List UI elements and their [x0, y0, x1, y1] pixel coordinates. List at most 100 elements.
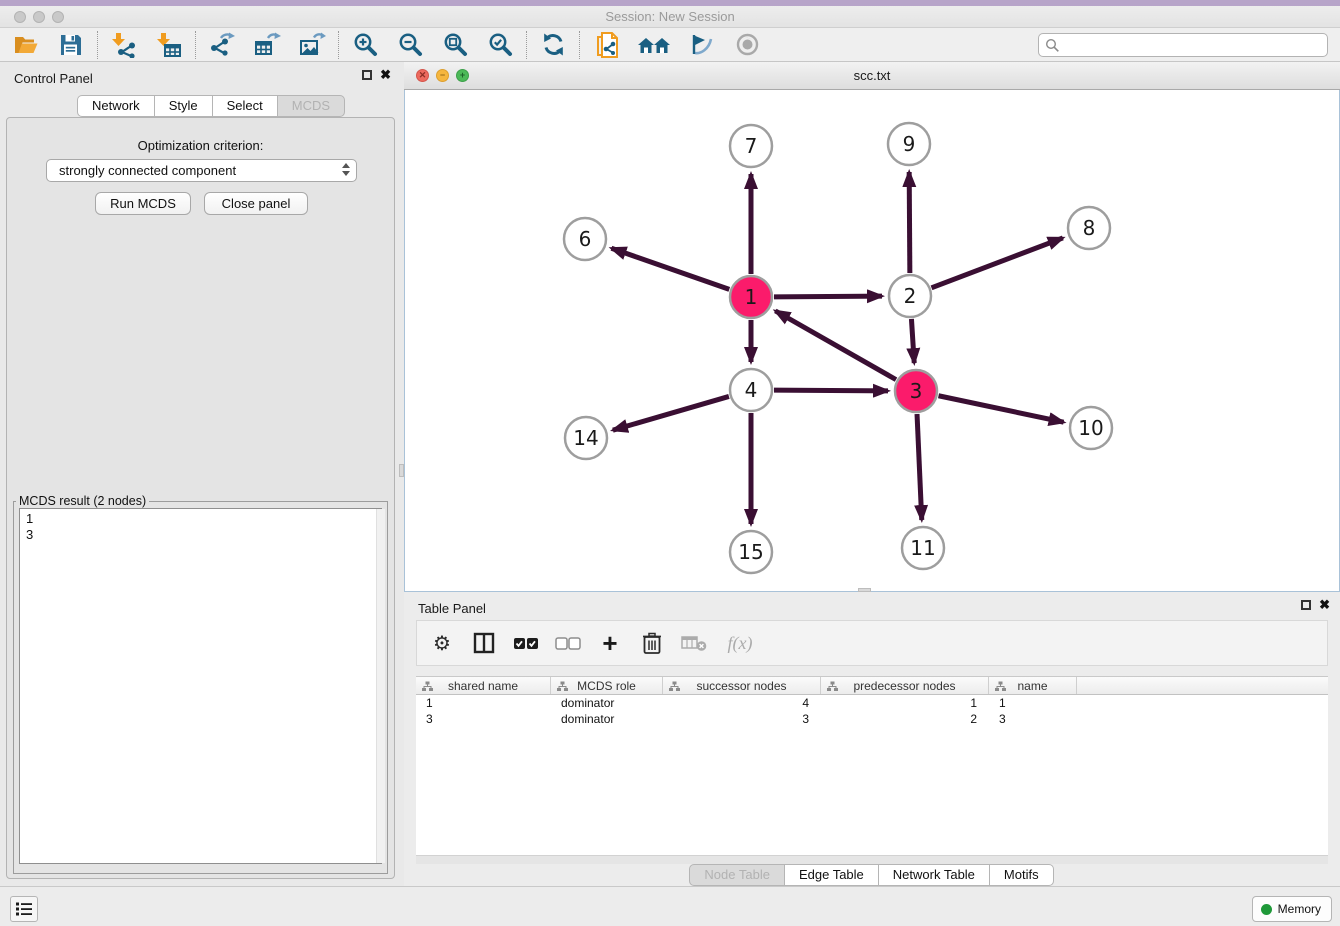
network-maximize-button[interactable]: + [456, 69, 469, 82]
close-window-button[interactable] [14, 11, 26, 23]
graph-edge-3-10[interactable] [939, 396, 1064, 422]
split-divider-handle[interactable] [399, 464, 404, 477]
export-image-icon[interactable] [298, 31, 326, 59]
table-settings-icon[interactable]: ⚙ [427, 628, 457, 658]
float-panel-icon[interactable] [362, 70, 372, 80]
export-network-icon[interactable] [208, 31, 236, 59]
criterion-select[interactable]: strongly connected component [46, 159, 357, 182]
function-builder-icon: f(x) [721, 628, 759, 658]
window-controls[interactable] [14, 11, 64, 23]
import-table-icon[interactable] [155, 31, 183, 59]
refresh-icon[interactable] [539, 31, 567, 59]
graph-edge-2-9[interactable] [909, 172, 910, 273]
run-mcds-button[interactable]: Run MCDS [95, 192, 191, 215]
graph-edge-4-3[interactable] [774, 390, 888, 391]
import-network-icon[interactable] [110, 31, 138, 59]
result-scrollbar[interactable] [376, 509, 385, 863]
graph-node-9[interactable]: 9 [888, 123, 930, 165]
close-panel-button[interactable]: Close panel [204, 192, 308, 215]
network-close-button[interactable]: ✕ [416, 69, 429, 82]
graph-node-7[interactable]: 7 [730, 125, 772, 167]
zoom-out-icon[interactable] [396, 31, 424, 59]
graph-node-8[interactable]: 8 [1068, 207, 1110, 249]
status-bar: Memory [0, 886, 1340, 926]
show-columns-icon[interactable] [469, 628, 499, 658]
tab-network[interactable]: Network [77, 95, 155, 117]
hide-labels-icon[interactable] [688, 31, 716, 59]
panel-menu-button[interactable] [10, 896, 38, 922]
graph-node-label: 14 [573, 426, 598, 450]
graph-edges [611, 172, 1063, 524]
network-canvas[interactable]: 7 9 6 8 1 2 4 3 14 10 15 11 [404, 90, 1340, 592]
deselect-all-icon[interactable] [553, 628, 583, 658]
table-cell: 4 [663, 695, 821, 711]
table-row[interactable]: 3dominator323 [416, 711, 1328, 727]
zoom-selected-icon[interactable] [486, 31, 514, 59]
graph-edge-3-11[interactable] [917, 414, 922, 520]
graph-node-3[interactable]: 3 [895, 370, 937, 412]
bird-view-icon[interactable] [733, 31, 761, 59]
save-session-icon[interactable] [57, 31, 85, 59]
delete-rows-icon[interactable] [637, 628, 667, 658]
column-header-name[interactable]: name [989, 677, 1077, 694]
table-tabs: Node TableEdge TableNetwork TableMotifs [404, 864, 1340, 886]
graph-edge-3-1[interactable] [775, 311, 896, 380]
memory-button[interactable]: Memory [1252, 896, 1332, 922]
zoom-fit-icon[interactable] [441, 31, 469, 59]
mcds-result-text[interactable]: 13 [19, 508, 382, 864]
table-header-row: shared nameMCDS rolesuccessor nodesprede… [416, 676, 1328, 695]
graph-edge-1-6[interactable] [611, 248, 729, 289]
network-minimize-button[interactable]: − [436, 69, 449, 82]
minimize-window-button[interactable] [33, 11, 45, 23]
memory-status-icon [1261, 904, 1272, 915]
zoom-window-button[interactable] [52, 11, 64, 23]
graph-edge-2-3[interactable] [911, 319, 914, 363]
column-header-successor-nodes[interactable]: successor nodes [663, 677, 821, 694]
column-header-MCDS-role[interactable]: MCDS role [551, 677, 663, 694]
select-all-icon[interactable] [511, 628, 541, 658]
tab-node-table[interactable]: Node Table [689, 864, 785, 886]
graph-node-15[interactable]: 15 [730, 531, 772, 573]
graph-node-6[interactable]: 6 [564, 218, 606, 260]
graph-edge-2-8[interactable] [932, 238, 1063, 288]
export-table-icon[interactable] [253, 31, 281, 59]
window-title: Session: New Session [0, 9, 1340, 24]
graph-node-1[interactable]: 1 [730, 276, 772, 318]
column-header-predecessor-nodes[interactable]: predecessor nodes [821, 677, 989, 694]
search-icon [1045, 38, 1060, 53]
graph-edge-4-14[interactable] [613, 396, 729, 430]
graph-node-label: 2 [904, 284, 917, 308]
node-table[interactable]: shared nameMCDS rolesuccessor nodesprede… [416, 676, 1328, 855]
graph-node-2[interactable]: 2 [889, 275, 931, 317]
graph-node-14[interactable]: 14 [565, 417, 607, 459]
graph-edge-1-2[interactable] [774, 296, 882, 297]
table-scroll-strip[interactable] [416, 855, 1328, 864]
search-input[interactable] [1038, 33, 1328, 57]
graph-node-label: 7 [745, 134, 758, 158]
graph-node-4[interactable]: 4 [730, 369, 772, 411]
open-file-icon[interactable] [12, 31, 40, 59]
tab-edge-table[interactable]: Edge Table [784, 864, 879, 886]
criterion-select-value: strongly connected component [59, 163, 236, 178]
tab-style[interactable]: Style [154, 95, 213, 117]
close-table-panel-icon[interactable]: ✖ [1319, 600, 1330, 610]
close-panel-icon[interactable]: ✖ [380, 70, 391, 80]
graph-svg: 7 9 6 8 1 2 4 3 14 10 15 11 [405, 90, 1339, 590]
float-table-panel-icon[interactable] [1301, 600, 1311, 610]
zoom-in-icon[interactable] [351, 31, 379, 59]
tab-select[interactable]: Select [212, 95, 278, 117]
tab-mcds[interactable]: MCDS [277, 95, 345, 117]
main-toolbar [0, 28, 1340, 62]
memory-label: Memory [1278, 902, 1321, 916]
graph-node-10[interactable]: 10 [1070, 407, 1112, 449]
tab-motifs[interactable]: Motifs [989, 864, 1054, 886]
add-row-icon[interactable]: + [595, 628, 625, 658]
graph-node-11[interactable]: 11 [902, 527, 944, 569]
table-cell: 1 [989, 695, 1077, 711]
table-cell: 3 [663, 711, 821, 727]
table-row[interactable]: 1dominator411 [416, 695, 1328, 711]
column-header-shared-name[interactable]: shared name [416, 677, 551, 694]
clone-network-icon[interactable] [592, 31, 620, 59]
tab-network-table[interactable]: Network Table [878, 864, 990, 886]
home-layout-icon[interactable] [637, 31, 671, 59]
